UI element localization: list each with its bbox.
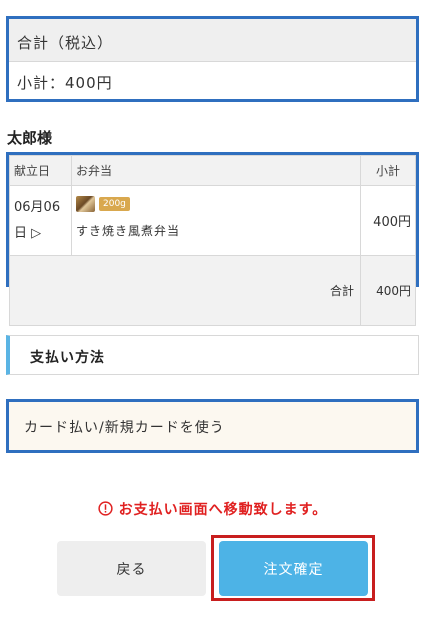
total-summary-box: 合計（税込） 小計：400円 bbox=[6, 16, 419, 102]
gram-badge: 200g bbox=[99, 197, 130, 211]
bento-cell: 200g すき焼き風煮弁当 bbox=[71, 185, 361, 256]
bento-thumbnail-icon bbox=[76, 196, 95, 212]
back-button[interactable]: 戻る bbox=[57, 541, 206, 596]
menu-date-cell[interactable]: 06月06 日 ▷ bbox=[9, 185, 72, 256]
bento-icons: 200g bbox=[76, 196, 360, 212]
order-table: 献立日 お弁当 小計 06月06 日 ▷ 200g すき焼き風煮弁当 400円 bbox=[6, 152, 419, 326]
menu-date-link[interactable]: 日 ▷ bbox=[14, 221, 71, 247]
payment-method-text: カード払い/新規カードを使う bbox=[24, 420, 225, 436]
header-date: 献立日 bbox=[9, 155, 72, 186]
payment-section-heading: 支払い方法 bbox=[6, 335, 419, 375]
table-header-row: 献立日 お弁当 小計 bbox=[9, 155, 416, 186]
bento-name: すき焼き風煮弁当 bbox=[76, 224, 181, 238]
table-total-amount: 400円 bbox=[360, 255, 416, 326]
customer-name: 太郎様 bbox=[7, 129, 53, 147]
menu-date-line1: 06月06 bbox=[14, 199, 61, 215]
header-bento: お弁当 bbox=[71, 155, 361, 186]
table-total-row: 合計 400円 bbox=[9, 255, 416, 326]
table-total-label: 合計 bbox=[9, 255, 361, 326]
alert-circle-icon bbox=[98, 501, 113, 516]
redirect-notice-text: お支払い画面へ移動致します。 bbox=[118, 502, 328, 518]
total-summary-header: 合計（税込） bbox=[9, 19, 416, 62]
payment-method-box[interactable]: カード払い/新規カードを使う bbox=[6, 399, 419, 453]
subtotal-text: 小計：400円 bbox=[17, 74, 113, 92]
confirm-order-button[interactable]: 注文確定 bbox=[219, 541, 368, 596]
header-subtotal: 小計 bbox=[360, 155, 416, 186]
table-row: 06月06 日 ▷ 200g すき焼き風煮弁当 400円 bbox=[9, 185, 416, 256]
row-price: 400円 bbox=[360, 185, 416, 256]
redirect-notice: お支払い画面へ移動致します。 bbox=[0, 499, 425, 519]
